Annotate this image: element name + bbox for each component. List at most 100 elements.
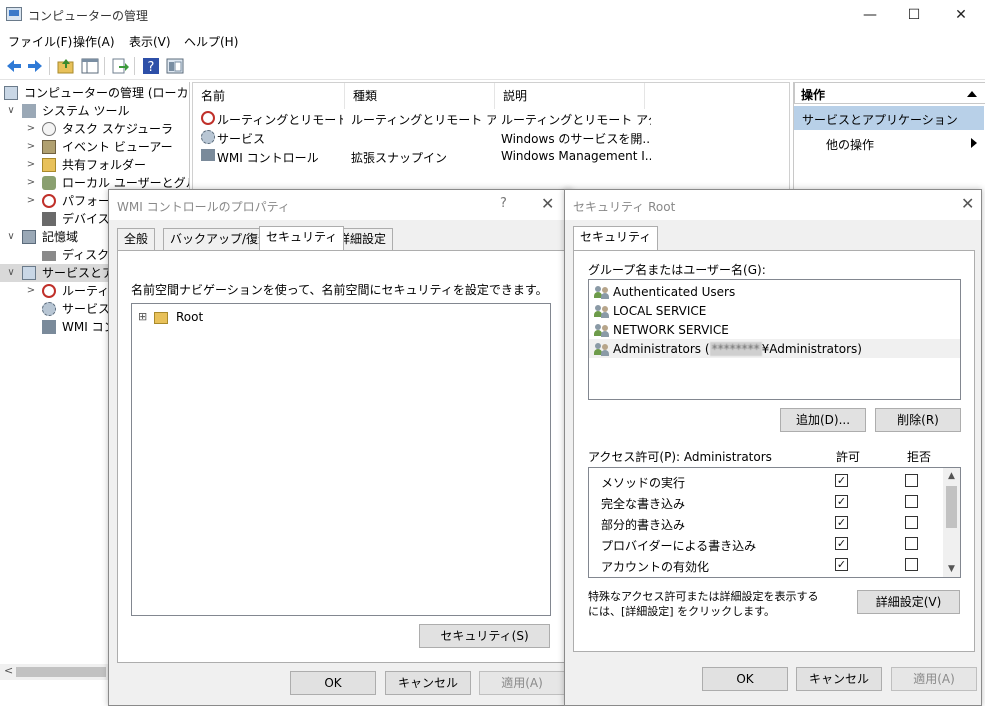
masked-domain: ********: [709, 342, 762, 356]
allow-column-header: 許可: [836, 450, 861, 464]
tree-item-label: サービス: [62, 302, 111, 316]
scroll-down-icon[interactable]: ▼: [943, 562, 960, 576]
expand-chevron-icon[interactable]: >: [26, 282, 36, 300]
allow-checkbox[interactable]: ✓: [835, 558, 848, 571]
back-icon[interactable]: [4, 56, 24, 76]
menu-help[interactable]: ヘルプ(H): [184, 33, 238, 50]
add-button[interactable]: 追加(D)...: [780, 408, 866, 432]
scrollbar-thumb[interactable]: [946, 486, 957, 528]
ok-button[interactable]: OK: [702, 667, 788, 691]
column-header-description[interactable]: 説明: [495, 83, 645, 109]
help-icon[interactable]: ?: [141, 56, 161, 76]
collapse-chevron-icon[interactable]: ∨: [6, 264, 16, 282]
apply-button[interactable]: 適用(A): [479, 671, 565, 695]
close-button[interactable]: ✕: [938, 0, 984, 30]
expand-chevron-icon[interactable]: >: [26, 120, 36, 138]
deny-checkbox[interactable]: [905, 537, 918, 550]
tree-item-shared-folders[interactable]: > 共有フォルダー: [0, 156, 189, 174]
permissions-label: アクセス許可(P): Administrators: [588, 450, 772, 464]
security-button[interactable]: セキュリティ(S): [419, 624, 550, 648]
permission-name: プロバイダーによる書き込み: [601, 539, 757, 553]
user-list-item-selected[interactable]: Administrators (******** ¥Administrators): [589, 339, 960, 358]
minimize-button[interactable]: —: [847, 0, 893, 30]
allow-checkbox[interactable]: ✓: [835, 516, 848, 529]
submenu-arrow-icon[interactable]: [971, 138, 977, 148]
menu-bar: ファイル(F) 操作(A) 表示(V) ヘルプ(H): [0, 30, 985, 52]
user-list-item[interactable]: Authenticated Users: [589, 282, 960, 301]
column-header-name[interactable]: 名前: [193, 83, 345, 109]
wmi-control-properties-dialog: WMI コントロールのプロパティ ? ✕ 全般 バックアップ/復元 セキュリティ…: [108, 189, 572, 706]
window-title: コンピューターの管理: [28, 9, 149, 23]
user-name-suffix: ¥Administrators): [761, 342, 862, 356]
list-cell-name: WMI コントロール: [217, 151, 319, 165]
deny-checkbox[interactable]: [905, 495, 918, 508]
svg-text:?: ?: [148, 60, 155, 75]
export-icon[interactable]: [110, 56, 130, 76]
advanced-button[interactable]: 詳細設定(V): [857, 590, 960, 614]
expand-chevron-icon[interactable]: >: [26, 138, 36, 156]
scrollbar-thumb[interactable]: [16, 667, 106, 677]
group-user-list: Authenticated Users LOCAL SERVICE NETWOR…: [588, 279, 961, 400]
console-icon[interactable]: [165, 56, 185, 76]
gear-icon: [42, 302, 56, 316]
tree-item-label: コンピューターの管理 (ローカル): [24, 86, 190, 100]
tree-item-system-tools[interactable]: ∨ システム ツール: [0, 102, 189, 120]
tree-horizontal-scrollbar[interactable]: <: [0, 664, 110, 680]
collapse-chevron-icon[interactable]: ∨: [6, 102, 16, 120]
toolbar-separator: [104, 57, 105, 75]
deny-checkbox[interactable]: [905, 516, 918, 529]
apply-button[interactable]: 適用(A): [891, 667, 977, 691]
list-cell-description: Windows Management I...: [501, 149, 651, 163]
menu-action[interactable]: 操作(A): [73, 33, 115, 50]
computer-management-icon: [4, 86, 18, 100]
expand-chevron-icon[interactable]: >: [26, 174, 36, 192]
expand-plus-icon[interactable]: ⊞: [138, 310, 147, 323]
shared-folder-icon: [42, 158, 56, 172]
menu-file[interactable]: ファイル(F): [8, 33, 72, 50]
list-cell-type: 拡張スナップイン: [351, 151, 448, 165]
scroll-up-icon[interactable]: ▲: [943, 469, 960, 483]
maximize-button[interactable]: ☐: [891, 0, 937, 30]
tab-security[interactable]: セキュリティ: [573, 226, 659, 250]
tab-security[interactable]: セキュリティ: [259, 226, 345, 250]
permissions-scrollbar[interactable]: ▲ ▼: [943, 468, 960, 577]
menu-view[interactable]: 表示(V): [129, 33, 171, 50]
namespace-tree: ⊞ Root: [131, 303, 551, 616]
collapse-chevron-icon[interactable]: ∨: [6, 228, 16, 246]
user-list-item[interactable]: NETWORK SERVICE: [589, 320, 960, 339]
dialog-close-button[interactable]: ✕: [961, 194, 974, 213]
ok-button[interactable]: OK: [290, 671, 376, 695]
column-header-type[interactable]: 種類: [345, 83, 495, 109]
dialog-close-button[interactable]: ✕: [541, 194, 554, 213]
services-apps-icon: [22, 266, 36, 280]
forward-icon[interactable]: [25, 56, 45, 76]
tree-item-event-viewer[interactable]: > イベント ビューアー: [0, 138, 189, 156]
help-button[interactable]: ?: [500, 196, 507, 211]
group-user-label: グループ名またはユーザー名(G):: [588, 263, 766, 277]
deny-checkbox[interactable]: [905, 474, 918, 487]
actions-more-actions[interactable]: 他の操作: [826, 136, 874, 153]
tab-general[interactable]: 全般: [117, 228, 156, 250]
actions-section-label: サービスとアプリケーション: [802, 113, 958, 127]
deny-checkbox[interactable]: [905, 558, 918, 571]
show-hide-tree-icon[interactable]: [80, 56, 100, 76]
allow-checkbox[interactable]: ✓: [835, 495, 848, 508]
up-folder-icon[interactable]: [56, 56, 76, 76]
tree-item-task-scheduler[interactable]: > タスク スケジューラ: [0, 120, 189, 138]
remove-button[interactable]: 削除(R): [875, 408, 961, 432]
allow-checkbox[interactable]: ✓: [835, 537, 848, 550]
cancel-button[interactable]: キャンセル: [796, 667, 882, 691]
scroll-left-icon[interactable]: <: [4, 664, 13, 677]
expand-chevron-icon[interactable]: >: [26, 192, 36, 210]
user-name: LOCAL SERVICE: [613, 304, 707, 318]
actions-section-services-applications[interactable]: サービスとアプリケーション: [794, 106, 984, 130]
tree-item-computer-management[interactable]: コンピューターの管理 (ローカル): [0, 84, 190, 102]
result-list: 名前 種類 説明 ルーティングとリモート アク... ルーティングとリモート ア…: [192, 82, 790, 192]
collapse-triangle-icon[interactable]: [967, 91, 977, 97]
user-list-item[interactable]: LOCAL SERVICE: [589, 301, 960, 320]
cancel-button[interactable]: キャンセル: [385, 671, 471, 695]
user-name: Authenticated Users: [613, 285, 736, 299]
permissions-list: メソッドの実行 ✓ 完全な書き込み ✓ 部分的書き込み ✓ プロバイダーによる書…: [588, 467, 961, 578]
expand-chevron-icon[interactable]: >: [26, 156, 36, 174]
allow-checkbox[interactable]: ✓: [835, 474, 848, 487]
